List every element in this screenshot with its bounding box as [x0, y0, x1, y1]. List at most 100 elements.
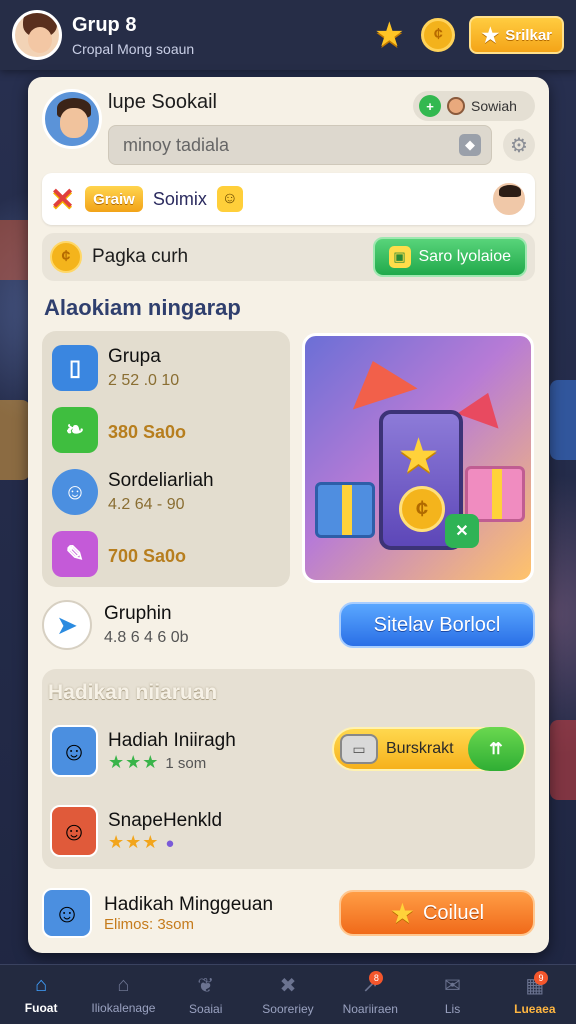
coin-icon: ¢ [50, 241, 82, 273]
nav-label: Sooreriey [262, 1002, 314, 1016]
section-title: Alaokiam ningarap [44, 295, 241, 320]
notification-badge: 9 [533, 971, 548, 985]
promo-illustration[interactable]: ★ ¢ ✕ [302, 333, 534, 583]
gruphin-button[interactable]: Sitelav Borlocl [339, 602, 535, 648]
list-item[interactable]: ▯ Grupa 2 52 .0 10 [52, 337, 280, 399]
kite-icon [457, 385, 509, 429]
gruphin-row: ➤ Gruphin 4.8 6 4 6 0b Sitelav Borlocl [42, 593, 535, 657]
home-icon: ⌂ [35, 974, 48, 996]
notification-badge: 8 [369, 971, 384, 985]
promo-tag[interactable]: Graiw [85, 186, 143, 212]
box-icon: ▣ [388, 246, 411, 268]
mini-avatar [447, 97, 465, 115]
potion-icon: ● [165, 834, 175, 852]
gift-icon [315, 482, 375, 538]
plus-icon: + [419, 95, 441, 117]
top-bar: Grup 8 Cropal Mong soaun ★ ¢ ★ Srilkar [0, 0, 576, 70]
arrows-up-icon[interactable]: ⇈ [468, 727, 524, 771]
collect-button[interactable]: ★ Coiluel [339, 890, 535, 936]
avatar: ☺ [42, 888, 92, 938]
nav-item-stats[interactable]: ↗ 8 Noariiraen [329, 965, 411, 1024]
crossed-swords-icon: ✕ [50, 182, 76, 216]
coin-icon[interactable]: ¢ [421, 18, 456, 52]
mini-status-pill[interactable]: + Sowiah [413, 91, 535, 121]
promo-avatar[interactable] [491, 181, 527, 217]
gruphin-name: Gruphin [104, 603, 172, 624]
user-avatar[interactable] [12, 10, 62, 60]
pack-button-label: Saro lyolaioe [418, 248, 512, 265]
search-input[interactable]: minoy tadiala ◆ [108, 125, 492, 165]
header-cta-label: Srilkar [505, 26, 552, 44]
search-text: minoy tadiala [123, 134, 230, 155]
bottom-reward-meta: Elimos: 3som [104, 915, 195, 933]
list-item-name: Grupa [108, 346, 161, 367]
list-item-value: 2 52 .0 10 [108, 372, 180, 389]
reward-item[interactable]: ☺ SnapeHenkld ★★★ ● [50, 805, 222, 857]
nav-item-tools[interactable]: ✖ Sooreriey [247, 965, 329, 1024]
list-item-name: Sordeliarliah [108, 470, 214, 491]
rating-stars: ★★★ [108, 751, 160, 772]
paper-plane-icon: ➤ [42, 600, 92, 650]
reward-name: Hadiah Iniiragh [108, 729, 236, 751]
main-card: lupe Sookail + Sowiah minoy tadiala ◆ ⚙ … [28, 77, 549, 953]
star-icon: ★ [389, 897, 415, 929]
nav-item-gift[interactable]: ▦ 9 Lueaea [494, 965, 576, 1024]
nav-item-chat[interactable]: ✉ Lis [411, 965, 493, 1024]
smiley-icon: ☺ [216, 186, 243, 212]
list-item[interactable]: ☺ Sordeliarliah 4.2 64 - 90 [52, 461, 280, 523]
list-item-value: 700 Sa0o [108, 545, 187, 566]
nav-label: Lueaea [514, 1002, 556, 1016]
nav-item-house[interactable]: ⌂ Iliokalenage [82, 965, 164, 1024]
list-item[interactable]: ❧ 380 Sa0o [52, 399, 280, 461]
leaf-icon: ❧ [52, 407, 98, 453]
buy-button[interactable]: ▭ Burskrakt ⇈ [332, 727, 526, 771]
gem-icon: ✕ [445, 514, 479, 548]
buy-label: Burskrakt [386, 740, 454, 757]
star-icon[interactable]: ★ [371, 16, 407, 54]
avatar: ☺ [50, 805, 98, 857]
house-icon: ⌂ [117, 974, 130, 996]
star-icon: ★ [397, 430, 441, 483]
rating-stars: ★★★ [108, 831, 160, 852]
nav-item-home[interactable]: ⌂ Fuoat [0, 965, 82, 1024]
gear-icon[interactable]: ⚙ [503, 129, 535, 161]
pack-button[interactable]: ▣ Saro lyolaioe [372, 237, 527, 277]
shield-icon[interactable]: ◆ [459, 134, 481, 156]
nav-label: Fuoat [24, 1001, 58, 1015]
bg-block [550, 720, 576, 800]
promo-text: Soimix [152, 188, 207, 209]
section-title: Hadikan niiaruan [48, 681, 218, 704]
leaf-icon: ❦ [197, 975, 215, 997]
reward-name: SnapeHenkld [108, 809, 223, 831]
group-subtitle: Cropal Mong soaun [72, 40, 195, 57]
gruphin-value: 4.8 6 4 6 0b [104, 629, 189, 646]
person-icon: ☺ [52, 469, 98, 515]
star-icon: ★ [481, 24, 500, 47]
tools-icon: ✖ [279, 975, 297, 997]
list-item[interactable]: ✎ 700 Sa0o [52, 523, 280, 585]
chat-icon: ✉ [444, 975, 461, 997]
nav-label: Soaiai [189, 1002, 223, 1016]
promo-banner[interactable]: ✕ Graiw Soimix ☺ [42, 173, 535, 225]
group-title: Grup 8 [72, 13, 137, 36]
item-list: ▯ Grupa 2 52 .0 10 ❧ 380 Sa0o ☺ Sordelia… [42, 331, 290, 587]
bg-block [0, 400, 30, 480]
header-cta-button[interactable]: ★ Srilkar [469, 16, 564, 54]
profile-row: lupe Sookail + Sowiah minoy tadiala ◆ ⚙ [42, 85, 535, 165]
list-item-value: 4.2 64 - 90 [108, 496, 185, 513]
pack-label: Pagka curh [92, 246, 189, 267]
profile-name: lupe Sookail [108, 91, 217, 113]
collect-label: Coiluel [422, 901, 485, 924]
reward-meta: 1 som [165, 754, 207, 772]
kite-icon [340, 350, 418, 410]
nav-label: Noariiraen [342, 1002, 398, 1016]
avatar: ☺ [50, 725, 98, 777]
reward-item[interactable]: ☺ Hadiah Iniiragh ★★★ 1 som [50, 725, 236, 777]
profile-avatar[interactable] [42, 89, 102, 149]
rewards-panel: Hadikan niiaruan ☺ Hadiah Iniiragh ★★★ 1 … [42, 669, 535, 869]
list-item-value: 380 Sa0o [108, 421, 187, 442]
nav-label: Lis [444, 1002, 461, 1016]
tag-icon: ✎ [52, 531, 98, 577]
nav-item-social[interactable]: ❦ Soaiai [165, 965, 247, 1024]
mini-status-label: Sowiah [471, 98, 517, 114]
